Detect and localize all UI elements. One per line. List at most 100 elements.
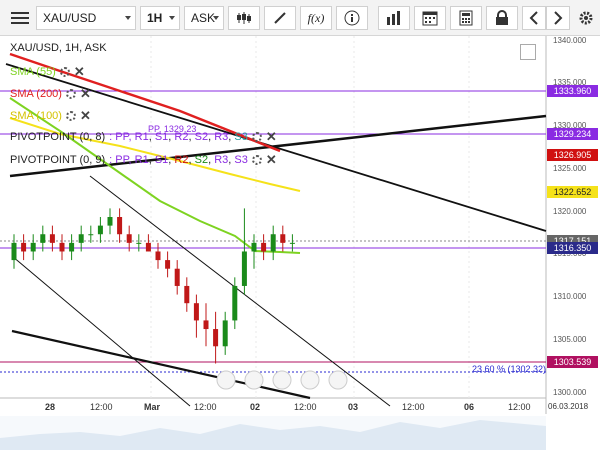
pp-marker-label: PP, 1329.23 xyxy=(148,124,197,134)
info-button[interactable] xyxy=(336,6,368,30)
candle-body xyxy=(280,234,286,243)
expand-icon[interactable] xyxy=(520,44,536,60)
chart-area[interactable]: XAU/USD, 1H, ASK SMA (55) ✕ SMA (200) ✕ … xyxy=(0,36,600,450)
x-tick-label: 02 xyxy=(250,402,261,412)
gear-icon[interactable] xyxy=(251,155,262,165)
menu-button[interactable] xyxy=(6,6,34,30)
candle-body xyxy=(88,234,94,236)
y-tick-label: 1340.000 xyxy=(553,36,587,45)
candle-body xyxy=(155,251,161,261)
x-tick-label: 03 xyxy=(348,402,359,412)
candle-body xyxy=(69,242,75,252)
x-tick-label: 12:00 xyxy=(90,402,113,412)
x-tick-label: Mar xyxy=(144,402,161,412)
price-label: 1322.652 xyxy=(547,186,598,198)
chevron-left-icon xyxy=(529,11,538,25)
gear-icon xyxy=(579,11,593,25)
calendar-icon xyxy=(422,11,438,26)
indicator-sma-200[interactable]: SMA (200) ✕ xyxy=(10,86,91,102)
x-tick-label: 06 xyxy=(464,402,475,412)
candle-body xyxy=(49,234,55,243)
candle-body xyxy=(232,285,238,321)
close-icon[interactable]: ✕ xyxy=(266,129,277,145)
candle-body xyxy=(222,320,228,347)
calculator-button[interactable] xyxy=(450,6,482,30)
gear-icon[interactable] xyxy=(59,67,70,77)
draw-tool-button[interactable] xyxy=(264,6,296,30)
pivot-prefix: PIVOTPOINT (0, 9) xyxy=(10,154,106,166)
lock-button[interactable] xyxy=(486,6,518,30)
timeframe-value: 1H xyxy=(147,11,163,25)
indicator-label: SMA (55) xyxy=(10,66,56,78)
gear-icon[interactable] xyxy=(251,132,262,142)
price-label: 1303.539 xyxy=(547,356,598,368)
indicator-label: SMA (200) xyxy=(10,88,62,100)
price-type-value: ASK xyxy=(191,11,216,25)
candle-body xyxy=(213,329,219,347)
chevron-down-icon xyxy=(169,16,175,20)
bar-chart-icon xyxy=(387,11,400,25)
candle-body xyxy=(136,242,142,244)
candle-body xyxy=(11,242,17,261)
candle-body xyxy=(30,242,36,252)
toolbar: XAU/USD 1H ASK f(x) xyxy=(0,0,600,36)
close-icon[interactable]: ✕ xyxy=(266,152,277,168)
symbol-select[interactable]: XAU/USD xyxy=(36,6,136,30)
gear-icon[interactable] xyxy=(65,89,76,99)
candle-body xyxy=(165,260,171,269)
candle-body xyxy=(270,234,276,252)
hamburger-icon xyxy=(11,12,29,24)
indicator-pivot-9[interactable]: PIVOTPOINT (0, 9) : PP, R1, S1, R2, S2, … xyxy=(10,152,277,168)
close-icon[interactable]: ✕ xyxy=(80,108,91,124)
gear-icon[interactable] xyxy=(65,111,76,121)
y-tick-label: 1310.000 xyxy=(553,292,587,301)
indicator-pivot-8[interactable]: PIVOTPOINT (0, 8) : PP, R1, S1, R2, S2, … xyxy=(10,129,277,145)
indicator-sma-55[interactable]: SMA (55) ✕ xyxy=(10,64,85,80)
y-tick-label: 1320.000 xyxy=(553,207,587,216)
candle-body xyxy=(203,320,209,330)
candle-body xyxy=(193,303,199,321)
price-label: 1333.960 xyxy=(547,85,598,97)
close-icon[interactable]: ✕ xyxy=(80,86,91,102)
volume-button[interactable] xyxy=(378,6,410,30)
price-label: 1329.234 xyxy=(547,128,598,140)
indicator-label: SMA (100) xyxy=(10,110,62,122)
y-tick-label: 1325.000 xyxy=(553,164,587,173)
lock-icon xyxy=(496,10,508,25)
x-tick-label: 06.03.2018 xyxy=(548,402,589,411)
pencil-icon xyxy=(274,12,286,24)
chevron-down-icon xyxy=(125,16,131,20)
scroll-left-button[interactable] xyxy=(522,6,546,30)
chart-type-button[interactable] xyxy=(228,6,260,30)
candle-body xyxy=(97,225,103,235)
calculator-icon xyxy=(459,10,473,26)
candle-body xyxy=(78,234,84,243)
x-tick-label: 28 xyxy=(45,402,56,412)
candle-body xyxy=(107,217,113,226)
scroll-right-button[interactable] xyxy=(546,6,570,30)
indicators-button[interactable]: f(x) xyxy=(300,6,332,30)
x-tick-label: 12:00 xyxy=(294,402,317,412)
candle-body xyxy=(184,285,190,304)
candle-body xyxy=(174,268,180,286)
indicator-sma-100[interactable]: SMA (100) ✕ xyxy=(10,108,91,124)
price-label: 1326.905 xyxy=(547,149,598,161)
x-tick-label: 12:00 xyxy=(508,402,531,412)
candle-body xyxy=(21,242,27,252)
calendar-button[interactable] xyxy=(414,6,446,30)
candle-body xyxy=(241,251,247,286)
candle-body xyxy=(145,242,151,252)
candle-body xyxy=(251,242,257,252)
close-icon[interactable]: ✕ xyxy=(74,64,85,80)
settings-button[interactable] xyxy=(574,6,598,30)
info-icon xyxy=(344,10,360,26)
chevron-right-icon xyxy=(554,11,563,25)
candle-body xyxy=(126,234,132,243)
timeframe-select[interactable]: 1H xyxy=(140,6,180,30)
candlestick-icon xyxy=(237,12,251,24)
pivot-prefix: PIVOTPOINT (0, 8) xyxy=(10,131,106,143)
price-type-select[interactable]: ASK xyxy=(184,6,224,30)
y-tick-label: 1300.000 xyxy=(553,388,587,397)
price-label: 1316.350 xyxy=(547,242,598,254)
x-tick-label: 12:00 xyxy=(194,402,217,412)
